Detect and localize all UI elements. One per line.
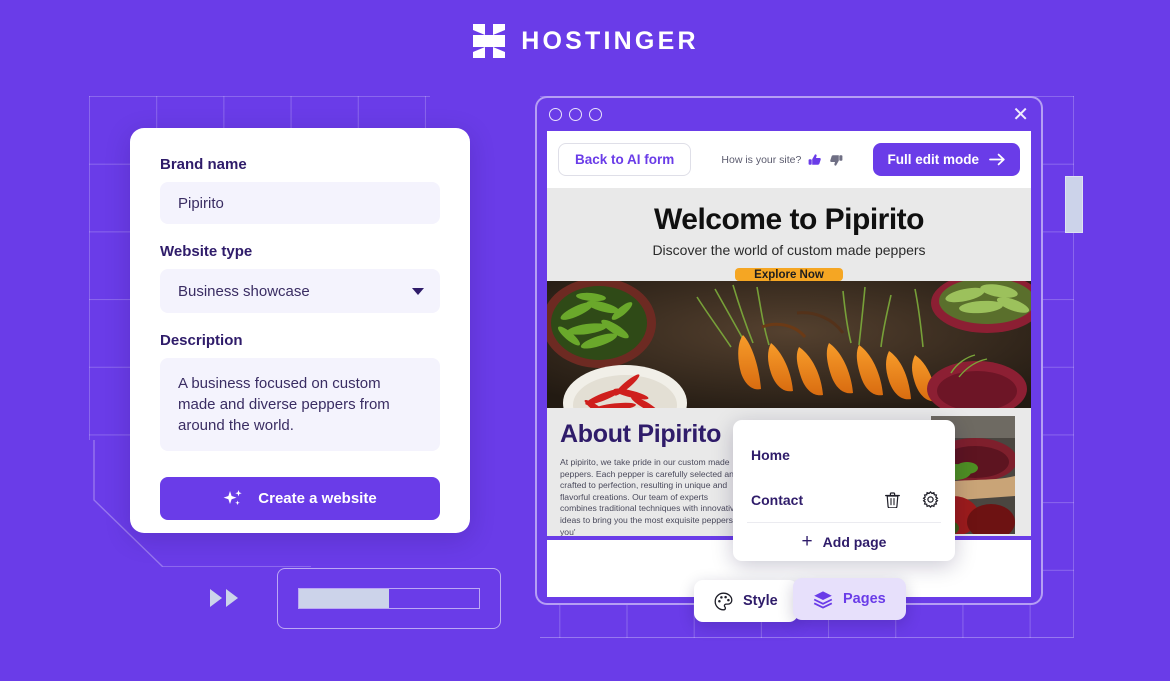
gear-icon[interactable] <box>922 491 939 508</box>
hero-section: Welcome to Pipirito Discover the world o… <box>547 188 1031 281</box>
add-page-button[interactable]: + Add page <box>733 523 955 560</box>
window-dot-3[interactable] <box>589 108 602 121</box>
add-page-label: Add page <box>822 533 887 550</box>
website-type-select[interactable]: Business showcase <box>160 269 440 313</box>
builder-toolbar: Back to AI form How is your site? Full e… <box>547 131 1031 188</box>
page-list-item-contact[interactable]: Contact <box>733 477 955 522</box>
description-textarea[interactable]: A business focused on custom made and di… <box>160 358 440 451</box>
hostinger-h-logo-icon <box>473 24 506 58</box>
hero-image <box>547 281 1031 408</box>
full-edit-mode-label: Full edit mode <box>887 152 979 167</box>
back-to-ai-form-button[interactable]: Back to AI form <box>558 143 692 176</box>
window-dot-1[interactable] <box>549 108 562 121</box>
brand-name-text: HOSTINGER <box>521 26 699 55</box>
trash-icon[interactable] <box>885 491 900 508</box>
page-name: Contact <box>751 491 804 508</box>
style-label: Style <box>743 593 778 609</box>
progress-widget <box>277 568 501 629</box>
website-type-label: Website type <box>160 243 253 260</box>
page-root: HOSTINGER Brand name Pipirito Website ty… <box>0 0 1170 681</box>
window-chrome: ✕ <box>537 98 1041 131</box>
page-row-actions <box>885 491 939 508</box>
progress-fill <box>299 589 389 608</box>
full-edit-mode-button[interactable]: Full edit mode <box>873 143 1020 176</box>
layers-icon <box>813 590 833 608</box>
pages-label: Pages <box>843 591 886 607</box>
feedback-question: How is your site? <box>721 153 802 166</box>
chevron-down-icon <box>412 287 424 295</box>
brand-name-label: Brand name <box>160 156 247 173</box>
brand-name-input[interactable]: Pipirito <box>160 182 440 224</box>
brand-bar: HOSTINGER <box>0 22 1170 60</box>
page-name: Home <box>751 446 790 463</box>
window-traffic-dots <box>549 108 602 121</box>
thumbs-up-icon[interactable] <box>808 153 822 167</box>
page-list-item-home[interactable]: Home <box>733 432 955 477</box>
pages-popup: Home Contact + Add page <box>733 420 955 561</box>
about-text: At pipirito, we take pride in our custom… <box>560 457 740 537</box>
plus-icon: + <box>801 531 813 552</box>
create-a-website-button[interactable]: Create a website <box>160 477 440 520</box>
create-a-website-label: Create a website <box>258 490 377 507</box>
explore-now-button[interactable]: Explore Now <box>735 268 843 281</box>
feedback-group: How is your site? <box>691 153 873 167</box>
ai-form-card: Brand name Pipirito Website type Busines… <box>130 128 470 533</box>
hero-subtitle: Discover the world of custom made pepper… <box>652 242 926 258</box>
double-play-arrow-icon <box>210 589 238 607</box>
palette-icon <box>714 592 733 610</box>
decorative-rectangle <box>1065 176 1083 233</box>
progress-track <box>298 588 480 609</box>
website-type-value: Business showcase <box>178 282 310 300</box>
close-icon[interactable]: ✕ <box>1012 105 1029 125</box>
description-label: Description <box>160 332 243 349</box>
sparkle-icon <box>223 489 242 505</box>
back-to-ai-form-label: Back to AI form <box>575 152 675 167</box>
arrow-right-icon <box>989 153 1005 166</box>
hero-title: Welcome to Pipirito <box>654 203 924 236</box>
style-button[interactable]: Style <box>694 580 798 622</box>
window-dot-2[interactable] <box>569 108 582 121</box>
pages-button[interactable]: Pages <box>793 578 906 620</box>
explore-now-label: Explore Now <box>754 268 824 281</box>
thumbs-down-icon[interactable] <box>829 153 843 167</box>
